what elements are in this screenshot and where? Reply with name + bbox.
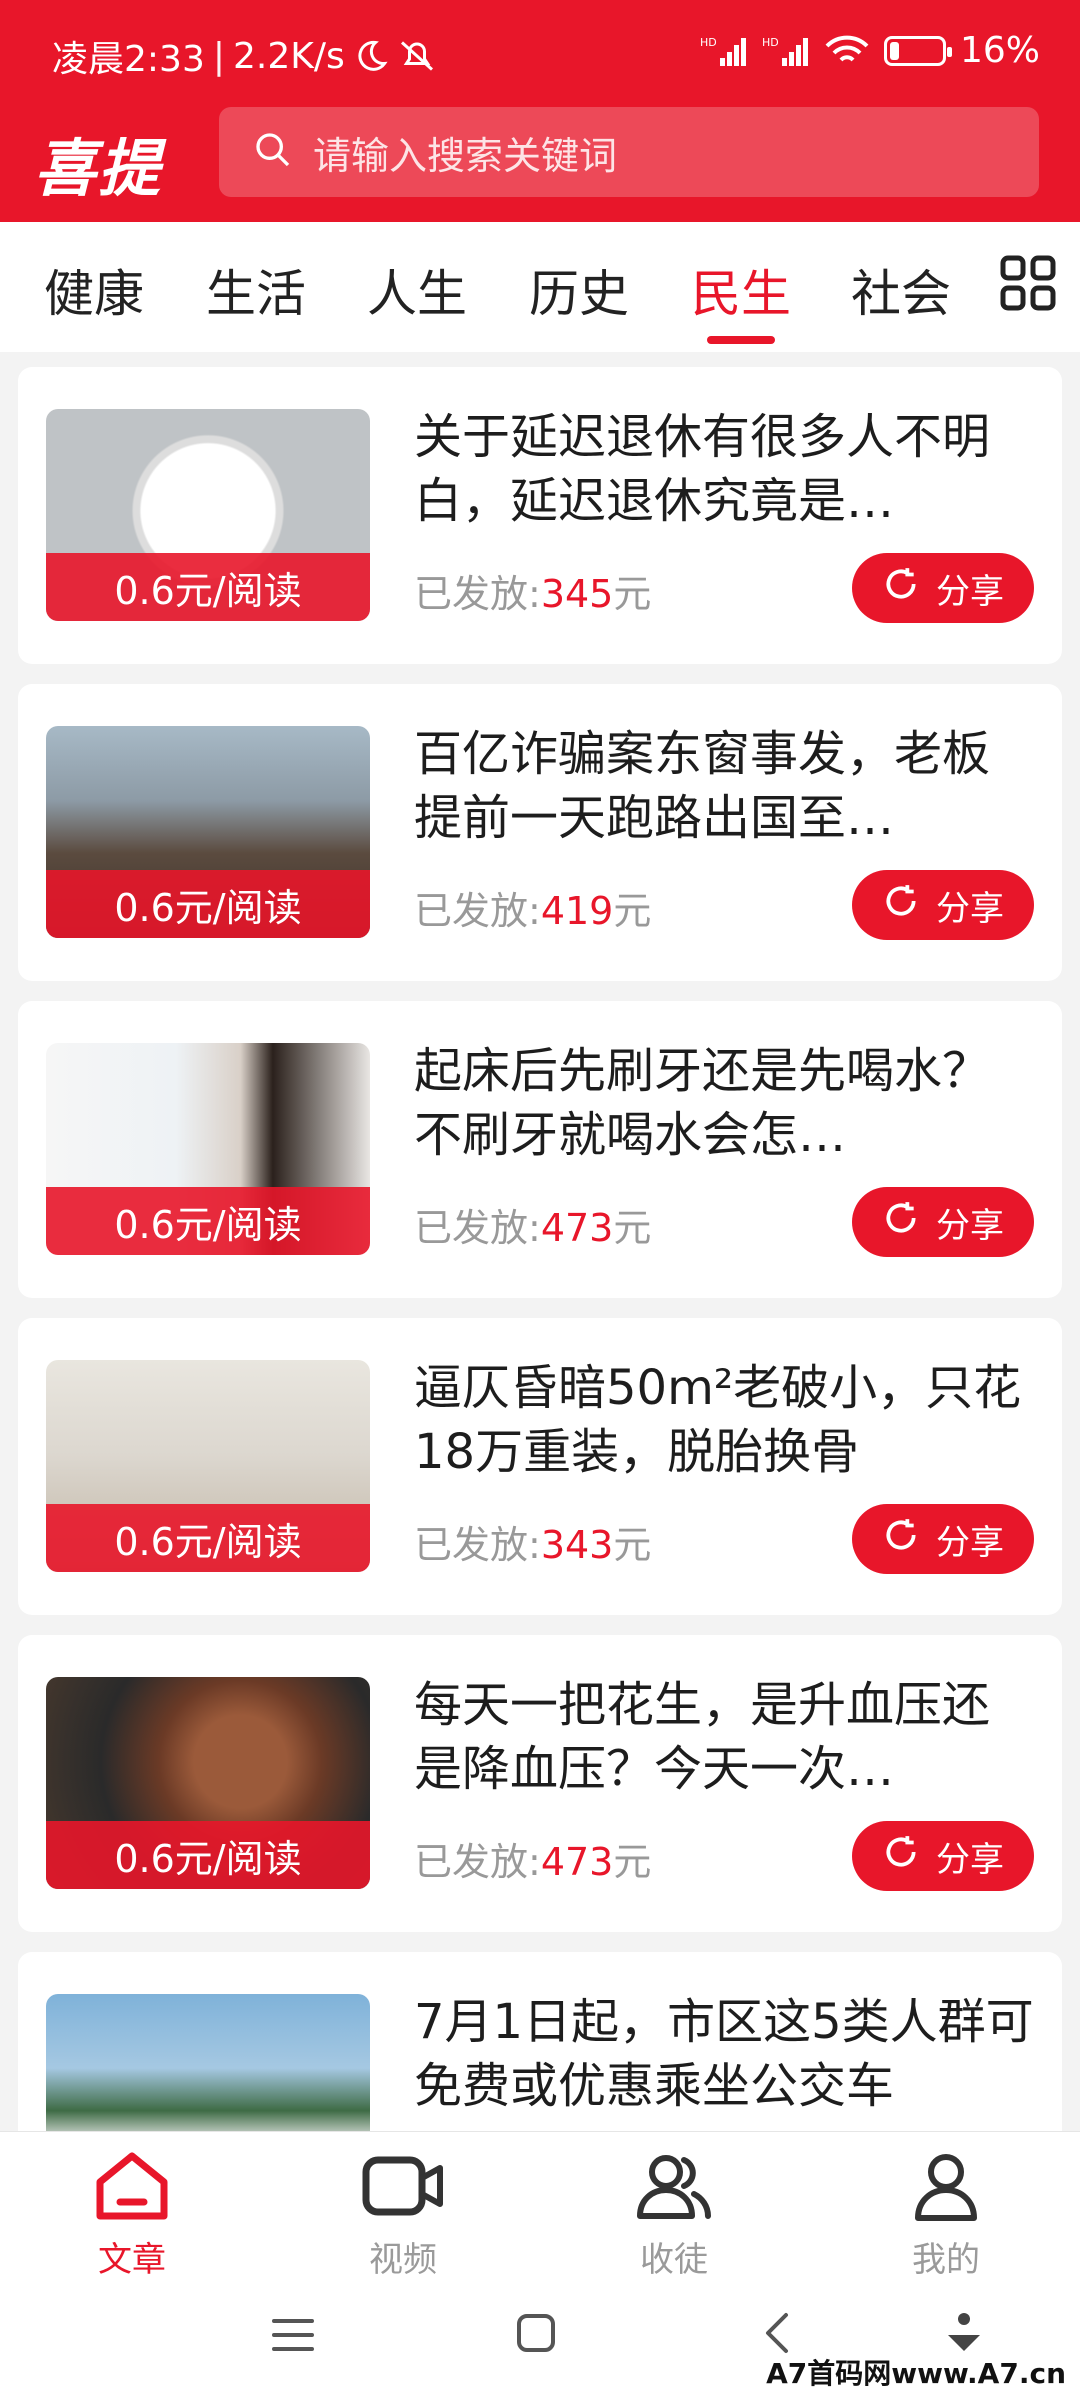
share-icon (882, 1516, 920, 1563)
paid-amount: 已发放:473元 (414, 1206, 652, 1250)
app-logo: 喜提 (34, 132, 163, 205)
share-button[interactable]: 分享 (852, 870, 1034, 940)
battery-icon (883, 35, 952, 66)
article-card[interactable]: 0.6元/阅读 每天一把花生，是升血压还是降血压？今天一次… 已发放:473元 … (18, 1635, 1062, 1932)
article-title: 7月1日起，市区这5类人群可免费或优惠乘坐公交车 (414, 1994, 1034, 2114)
price-per-read: 0.6元/阅读 (46, 1504, 370, 1572)
people-icon (634, 2155, 714, 2226)
app-header: 凌晨2:33 | 2.2K/s HD HD 16% 喜提 请输入搜索关键词 (0, 0, 1080, 222)
user-icon (906, 2154, 986, 2226)
paid-amount: 已发放:473元 (414, 1840, 652, 1884)
search-placeholder: 请输入搜索关键词 (313, 133, 618, 178)
share-label: 分享 (936, 888, 1004, 929)
article-card[interactable]: 0.6元/阅读 起床后先刷牙还是先喝水？不刷牙就喝水会怎… 已发放:473元 分… (18, 1001, 1062, 1298)
share-icon (882, 1833, 920, 1880)
nav-mine-label: 我的 (912, 2240, 980, 2280)
category-grid-icon[interactable] (1000, 255, 1056, 315)
tab-livelihood[interactable]: 民生 (691, 254, 791, 326)
status-separator: | (212, 35, 225, 77)
nav-mine[interactable]: 我的 (866, 2150, 1026, 2281)
price-per-read: 0.6元/阅读 (46, 1187, 370, 1255)
article-thumbnail: 0.6元/阅读 (46, 1677, 370, 1889)
article-title: 逼仄昏暗50m²老破小，只花18万重装，脱胎换骨 (414, 1360, 1022, 1480)
moon-icon (353, 38, 389, 74)
article-title: 起床后先刷牙还是先喝水？不刷牙就喝水会怎… (414, 1043, 991, 1163)
price-per-read: 0.6元/阅读 (46, 1821, 370, 1889)
article-title: 每天一把花生，是升血压还是降血压？今天一次… (414, 1677, 991, 1797)
bottom-navigation: 文章 视频 收徒 我的 (0, 2131, 1080, 2291)
share-label: 分享 (936, 1839, 1004, 1880)
tab-life[interactable]: 生活 (206, 254, 306, 326)
article-title: 关于延迟退休有很多人不明白，延迟退休究竟是… (414, 409, 991, 529)
signal-icon: HD (700, 34, 748, 68)
site-watermark: A7首码网www.A7.cn (766, 2357, 1066, 2390)
share-label: 分享 (936, 1522, 1004, 1563)
menu-icon[interactable] (272, 2315, 314, 2359)
home-button-icon[interactable] (516, 2313, 556, 2357)
svg-text:HD: HD (762, 36, 779, 49)
share-label: 分享 (936, 1205, 1004, 1246)
search-input[interactable]: 请输入搜索关键词 (219, 107, 1039, 197)
nav-videos-label: 视频 (369, 2240, 437, 2280)
tab-health[interactable]: 健康 (44, 254, 144, 326)
category-tabs: 健康 生活 人生 历史 民生 社会 (0, 222, 1080, 352)
article-card[interactable]: 0.6元/阅读 逼仄昏暗50m²老破小，只花18万重装，脱胎换骨 已发放:343… (18, 1318, 1062, 1615)
share-button[interactable]: 分享 (852, 1504, 1034, 1574)
wifi-icon (824, 34, 870, 68)
paid-amount: 已发放:419元 (414, 889, 652, 933)
status-bar: 凌晨2:33 | 2.2K/s HD HD 16% (0, 0, 1080, 104)
nav-articles[interactable]: 文章 (52, 2150, 212, 2281)
share-icon (882, 882, 920, 929)
article-thumbnail: 0.6元/阅读 (46, 1360, 370, 1572)
signal-icon-2: HD (762, 34, 810, 68)
svg-text:HD: HD (700, 36, 717, 49)
article-card[interactable]: 0.6元/阅读 关于延迟退休有很多人不明白，延迟退休究竟是… 已发放:345元 … (18, 367, 1062, 664)
price-per-read: 0.6元/阅读 (46, 553, 370, 621)
share-icon (882, 1199, 920, 1246)
status-left: 凌晨2:33 | 2.2K/s (52, 30, 437, 82)
search-icon (253, 130, 293, 174)
status-time: 凌晨2:33 (52, 39, 205, 80)
nav-videos[interactable]: 视频 (323, 2150, 483, 2281)
nav-apprentices-label: 收徒 (640, 2240, 708, 2280)
share-button[interactable]: 分享 (852, 553, 1034, 623)
article-thumbnail: 0.6元/阅读 (46, 726, 370, 938)
tab-people[interactable]: 人生 (367, 254, 467, 326)
paid-amount: 已发放:345元 (414, 572, 652, 616)
battery-percent: 16% (959, 30, 1040, 71)
system-navigation-bar: A7首码网www.A7.cn (0, 2291, 1080, 2400)
nav-articles-label: 文章 (98, 2240, 166, 2280)
tab-history[interactable]: 历史 (529, 254, 629, 326)
tab-society[interactable]: 社会 (851, 254, 951, 326)
price-per-read: 0.6元/阅读 (46, 870, 370, 938)
article-thumbnail: 0.6元/阅读 (46, 409, 370, 621)
status-speed: 2.2K/s (232, 35, 345, 77)
article-title: 百亿诈骗案东窗事发，老板提前一天跑路出国至… (414, 726, 991, 846)
article-thumbnail: 0.6元/阅读 (46, 1043, 370, 1255)
home-icon (92, 2152, 172, 2226)
share-label: 分享 (936, 571, 1004, 612)
video-icon (360, 2156, 446, 2226)
active-tab-indicator (707, 336, 775, 344)
share-icon (882, 565, 920, 612)
nav-apprentices[interactable]: 收徒 (594, 2150, 754, 2281)
share-button[interactable]: 分享 (852, 1187, 1034, 1257)
status-right: HD HD 16% (700, 30, 1040, 71)
article-card[interactable]: 0.6元/阅读 百亿诈骗案东窗事发，老板提前一天跑路出国至… 已发放:419元 … (18, 684, 1062, 981)
paid-amount: 已发放:343元 (414, 1523, 652, 1567)
share-button[interactable]: 分享 (852, 1821, 1034, 1891)
mute-bell-icon (397, 38, 437, 74)
